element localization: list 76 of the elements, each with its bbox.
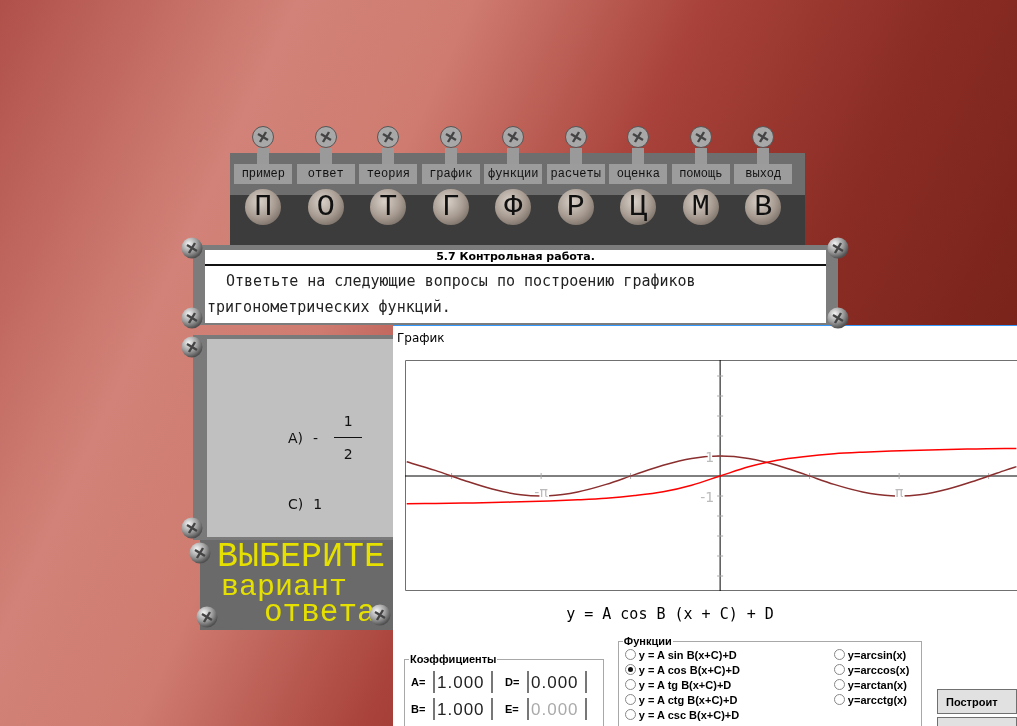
mount-bracket xyxy=(694,148,707,164)
field-label: E= xyxy=(505,703,520,715)
screw-icon xyxy=(189,542,211,564)
screw-icon xyxy=(377,126,400,148)
radio-label[interactable]: y=arctan(x) xyxy=(847,678,907,691)
coefficient-field[interactable]: 1.000 xyxy=(433,698,493,720)
screw-icon xyxy=(827,307,849,329)
radio-label[interactable]: y = A tg B(x+C)+D xyxy=(638,678,732,691)
mount-bracket xyxy=(382,148,395,164)
radio-button[interactable] xyxy=(624,649,636,660)
toolbar-label[interactable]: ответ xyxy=(296,164,355,184)
screw-icon xyxy=(196,606,218,628)
screw-icon xyxy=(181,517,203,539)
prompt-text: ВЫБЕРИТЕ xyxy=(217,540,386,574)
radio-button[interactable] xyxy=(833,694,845,705)
toolbar-label[interactable]: график xyxy=(421,164,480,184)
screw-icon xyxy=(752,126,775,148)
radio-button[interactable] xyxy=(833,664,845,675)
field-label: A= xyxy=(411,676,427,688)
mount-bracket xyxy=(444,148,457,164)
build-button[interactable]: Построит xyxy=(937,689,1017,714)
radio-button[interactable] xyxy=(624,694,636,705)
radio-label[interactable]: y=arcsin(x) xyxy=(847,648,907,661)
mount-bracket xyxy=(757,148,770,164)
screw-icon xyxy=(181,307,203,329)
screw-icon xyxy=(827,237,849,259)
screw-icon xyxy=(314,126,337,148)
radio-label[interactable]: y=arcctg(x) xyxy=(847,693,907,706)
screw-icon xyxy=(689,126,712,148)
radio-button[interactable] xyxy=(624,709,636,720)
radio-button[interactable] xyxy=(624,664,636,675)
toolbar-label[interactable]: теория xyxy=(359,164,418,184)
radio-label[interactable]: y = A sin B(x+C)+D xyxy=(638,648,737,661)
screw-icon xyxy=(502,126,525,148)
question-text: Ответьте на следующие вопросы по построению графиков тригонометрических функций. xyxy=(206,271,697,318)
screw-icon xyxy=(627,126,650,148)
group-title: Коэффициенты xyxy=(409,653,498,665)
screw-icon xyxy=(564,126,587,148)
field-label: D= xyxy=(505,676,521,688)
group-title: Функции xyxy=(622,635,673,647)
window-title: График xyxy=(397,331,445,347)
prompt-text: ответа xyxy=(264,600,376,626)
minus-sign: - xyxy=(313,429,319,446)
coefficient-field[interactable]: 1.000 xyxy=(433,671,493,693)
toolbar-label[interactable]: помощь xyxy=(671,164,730,184)
screw-icon xyxy=(181,237,203,259)
toolbar-label[interactable]: оценка xyxy=(609,164,668,184)
radio-label[interactable]: y = A ctg B(x+C)+D xyxy=(638,693,738,706)
tick-label: -1 xyxy=(700,489,715,505)
formula: y = A cos B (x + C) + D xyxy=(566,604,774,625)
screw-icon xyxy=(181,336,203,358)
mount-bracket xyxy=(257,148,270,164)
screw-icon xyxy=(439,126,462,148)
coefficient-field[interactable]: 0.000 xyxy=(527,671,587,693)
prompt-text: вариант xyxy=(221,574,348,600)
answer-value: 1 xyxy=(313,496,323,512)
toolbar-label[interactable]: пример xyxy=(234,164,293,184)
toolbar-label[interactable]: расчеты xyxy=(546,164,605,184)
mount-bracket xyxy=(569,148,582,164)
radio-label[interactable]: y = A cos B(x+C)+D xyxy=(638,663,740,676)
answer-label: A) xyxy=(288,429,304,446)
radio-button[interactable] xyxy=(833,679,845,690)
radio-button[interactable] xyxy=(624,679,636,690)
radio-button[interactable] xyxy=(833,649,845,660)
question-title: 5.7 Контрольная работа. xyxy=(205,250,826,266)
field-label: B= xyxy=(411,703,427,715)
radio-label[interactable]: y=arccos(x) xyxy=(847,663,910,676)
mount-bracket xyxy=(507,148,520,164)
fraction: 1 2 xyxy=(334,413,363,462)
toolbar-label[interactable]: выход xyxy=(734,164,793,184)
mount-bracket xyxy=(632,148,645,164)
screw-icon xyxy=(252,126,275,148)
answer-label: C) xyxy=(288,496,304,512)
radio-label[interactable]: y = A csc B(x+C)+D xyxy=(638,708,740,721)
mount-bracket xyxy=(319,148,332,164)
toolbar-label[interactable]: функции xyxy=(484,164,543,184)
